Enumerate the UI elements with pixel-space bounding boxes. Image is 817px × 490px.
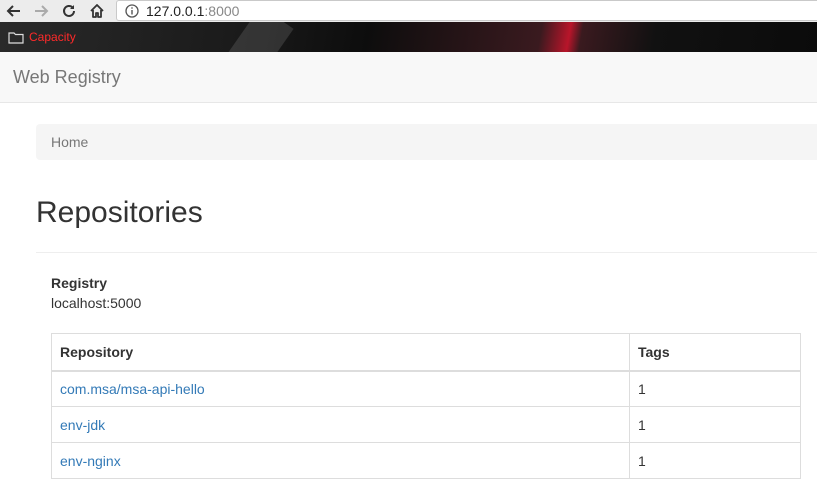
arrow-left-icon (6, 5, 20, 17)
repository-cell: env-nginx (51, 442, 630, 479)
header-divider (36, 252, 817, 253)
tags-cell: 1 (629, 406, 801, 443)
reload-button[interactable] (58, 0, 80, 22)
table-row: com.msa/msa-api-hello 1 (51, 370, 801, 407)
back-button[interactable] (3, 0, 25, 22)
registry-value: localhost:5000 (51, 295, 142, 311)
breadcrumb: Home (36, 124, 817, 160)
home-icon (90, 4, 104, 18)
table-row: env-nginx 1 (51, 442, 801, 479)
background-streak (226, 22, 294, 52)
navbar-brand[interactable]: Web Registry (13, 67, 121, 88)
table-header-row: Repository Tags (51, 333, 801, 372)
repository-cell: env-jdk (51, 406, 630, 443)
navbar: Web Registry (0, 52, 817, 103)
repository-link[interactable]: com.msa/msa-api-hello (60, 381, 205, 397)
home-button[interactable] (86, 0, 108, 22)
forward-button[interactable] (30, 0, 52, 22)
url-port: :8000 (204, 2, 240, 19)
bookmark-label: Capacity (29, 30, 76, 44)
folder-icon (8, 31, 24, 44)
arrow-right-icon (35, 5, 49, 17)
url-host: 127.0.0.1 (146, 2, 205, 19)
bookmarks-bar: Capacity (0, 22, 817, 52)
tags-cell: 1 (629, 442, 801, 479)
repository-link[interactable]: env-jdk (60, 417, 105, 433)
bookmark-folder[interactable]: Capacity (8, 30, 76, 44)
repository-cell: com.msa/msa-api-hello (51, 370, 630, 407)
browser-toolbar: 127.0.0.1:8000 (0, 0, 817, 23)
repository-link[interactable]: env-nginx (60, 453, 121, 469)
column-header-repository: Repository (51, 333, 630, 372)
breadcrumb-item-home[interactable]: Home (51, 134, 88, 150)
page-title: Repositories (36, 196, 203, 229)
repositories-table: Repository Tags com.msa/msa-api-hello 1 … (51, 333, 801, 479)
address-bar[interactable]: 127.0.0.1:8000 (116, 0, 817, 21)
table-row: env-jdk 1 (51, 406, 801, 443)
column-header-tags: Tags (629, 333, 801, 372)
registry-label: Registry (51, 275, 108, 291)
tags-cell: 1 (629, 370, 801, 407)
reload-icon (63, 4, 75, 17)
info-icon[interactable] (125, 3, 139, 18)
